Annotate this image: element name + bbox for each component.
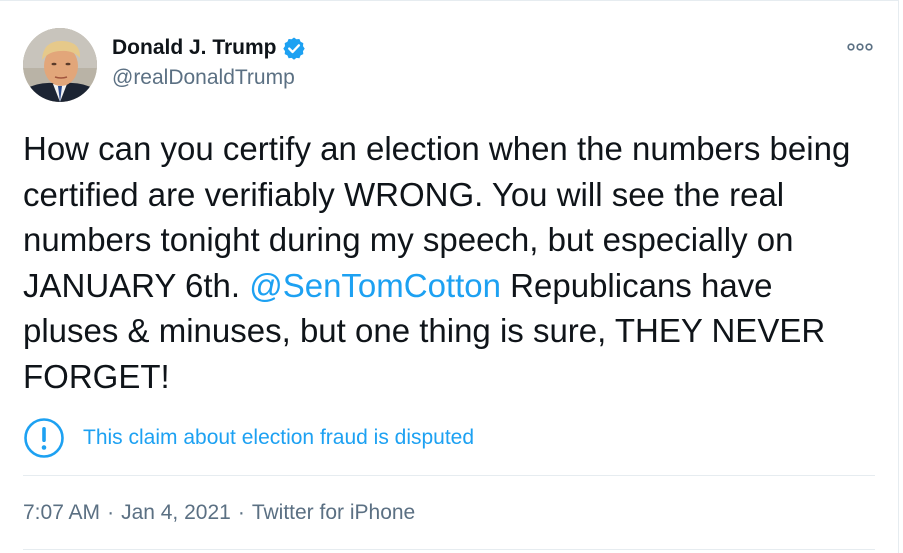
- meta-separator: ·: [107, 501, 115, 524]
- tweet-date-link[interactable]: Jan 4, 2021: [121, 499, 231, 527]
- verified-badge-icon: [282, 36, 306, 60]
- tweet-meta: 7:07 AM · Jan 4, 2021 · Twitter for iPho…: [23, 499, 415, 527]
- profile-photo-icon: [23, 28, 97, 102]
- meta-separator: ·: [237, 501, 245, 524]
- mention-link[interactable]: @SenTomCotton: [249, 267, 501, 304]
- disputed-claim-text[interactable]: This claim about election fraud is dispu…: [83, 424, 474, 452]
- tweet-card: Donald J. Trump @realDonaldTrump How can…: [0, 0, 899, 553]
- tweet-source-link[interactable]: Twitter for iPhone: [252, 499, 415, 527]
- divider: [23, 475, 875, 476]
- tweet-time-link[interactable]: 7:07 AM: [23, 499, 100, 527]
- more-options-button[interactable]: [840, 37, 880, 57]
- author-name-row: Donald J. Trump: [112, 34, 306, 62]
- exclamation-circle-icon: [23, 417, 65, 459]
- disputed-claim-notice[interactable]: This claim about election fraud is dispu…: [23, 416, 474, 460]
- divider: [23, 549, 875, 550]
- tweet-text: How can you certify an election when the…: [23, 126, 873, 399]
- more-dots-icon: [847, 43, 873, 51]
- author-display-name[interactable]: Donald J. Trump: [112, 34, 277, 62]
- avatar[interactable]: [23, 28, 97, 102]
- author-handle[interactable]: @realDonaldTrump: [112, 64, 295, 92]
